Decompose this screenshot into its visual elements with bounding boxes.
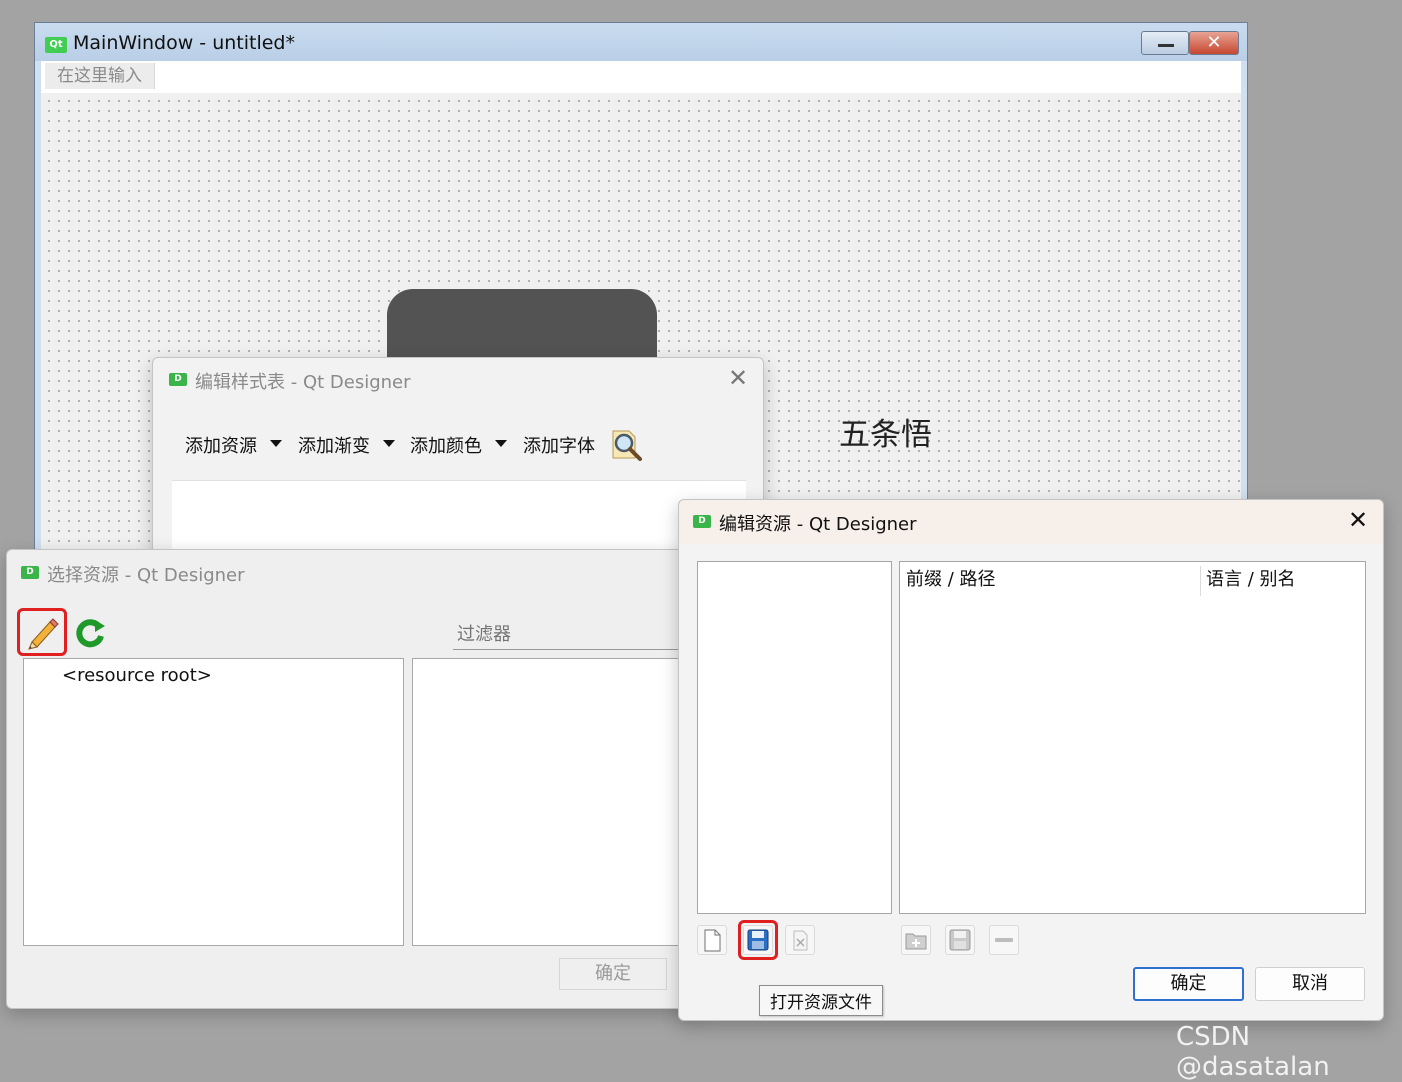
add-font-button[interactable]: 添加字体: [523, 432, 595, 458]
magnifier-icon[interactable]: [609, 428, 643, 462]
resource-tree[interactable]: <resource root>: [23, 658, 404, 946]
chevron-down-icon[interactable]: [495, 440, 507, 447]
designer-icon: D: [21, 566, 39, 579]
ok-button[interactable]: 确定: [559, 958, 667, 990]
designer-icon: D: [169, 373, 187, 386]
add-folder-icon: [905, 933, 927, 950]
dialog-title: 选择资源 - Qt Designer: [47, 565, 245, 586]
main-titlebar[interactable]: Qt MainWindow - untitled* ✕: [35, 23, 1247, 61]
canvas-label[interactable]: 五条悟: [839, 409, 932, 454]
new-file-button[interactable]: [697, 925, 727, 955]
tree-item-root[interactable]: <resource root>: [62, 665, 212, 686]
select-resource-dialog: D 选择资源 - Qt Designer <resource root> 确定: [6, 549, 706, 1009]
new-file-icon: [704, 929, 721, 952]
remove-button[interactable]: [989, 925, 1019, 955]
chevron-down-icon[interactable]: [383, 440, 395, 447]
cancel-button[interactable]: 取消: [1255, 967, 1365, 1001]
column-header-prefix[interactable]: 前缀 / 路径: [900, 562, 1200, 598]
add-files-icon: [949, 929, 971, 951]
dialog-title: 编辑资源 - Qt Designer: [719, 514, 917, 535]
qt-logo-icon: Qt: [45, 37, 67, 53]
add-prefix-button[interactable]: [901, 925, 931, 955]
remove-icon: [995, 938, 1013, 942]
chevron-down-icon[interactable]: [270, 440, 282, 447]
filter-input[interactable]: [453, 620, 703, 650]
close-icon[interactable]: ✕: [1348, 506, 1368, 534]
dialog-title: 编辑样式表 - Qt Designer: [195, 372, 411, 393]
tooltip: 打开资源文件: [759, 985, 883, 1016]
minimize-button[interactable]: [1141, 31, 1189, 55]
resource-table[interactable]: 前缀 / 路径 语言 / 别名: [899, 561, 1366, 914]
add-resource-menu[interactable]: 添加资源: [185, 432, 257, 458]
ok-button[interactable]: 确定: [1133, 967, 1244, 1001]
refresh-icon[interactable]: [73, 616, 107, 650]
resource-file-list[interactable]: [697, 561, 892, 914]
remove-file-icon: [793, 930, 808, 951]
window-title: MainWindow - untitled*: [73, 32, 295, 54]
resource-list[interactable]: [412, 658, 702, 946]
add-color-menu[interactable]: 添加颜色: [410, 432, 482, 458]
watermark: CSDN @dasatalan: [1176, 1022, 1330, 1082]
stylesheet-toolbar: 添加资源 添加渐变 添加颜色 添加字体: [153, 420, 763, 462]
designer-icon: D: [693, 515, 711, 528]
menu-bar: 在这里输入: [41, 61, 1241, 93]
menu-type-here[interactable]: 在这里输入: [45, 63, 155, 89]
close-icon[interactable]: ✕: [728, 364, 748, 392]
add-files-button[interactable]: [945, 925, 975, 955]
remove-file-button[interactable]: [785, 925, 815, 955]
edit-resources-dialog: D 编辑资源 - Qt Designer ✕ 前缀 / 路径 语言 / 别名 确…: [678, 499, 1384, 1021]
close-button[interactable]: ✕: [1189, 31, 1239, 55]
add-gradient-menu[interactable]: 添加渐变: [298, 432, 370, 458]
pencil-icon: [28, 618, 59, 650]
open-file-highlight: [738, 920, 778, 960]
column-header-language[interactable]: 语言 / 别名: [1200, 562, 1365, 598]
edit-resources-button[interactable]: [17, 608, 67, 656]
